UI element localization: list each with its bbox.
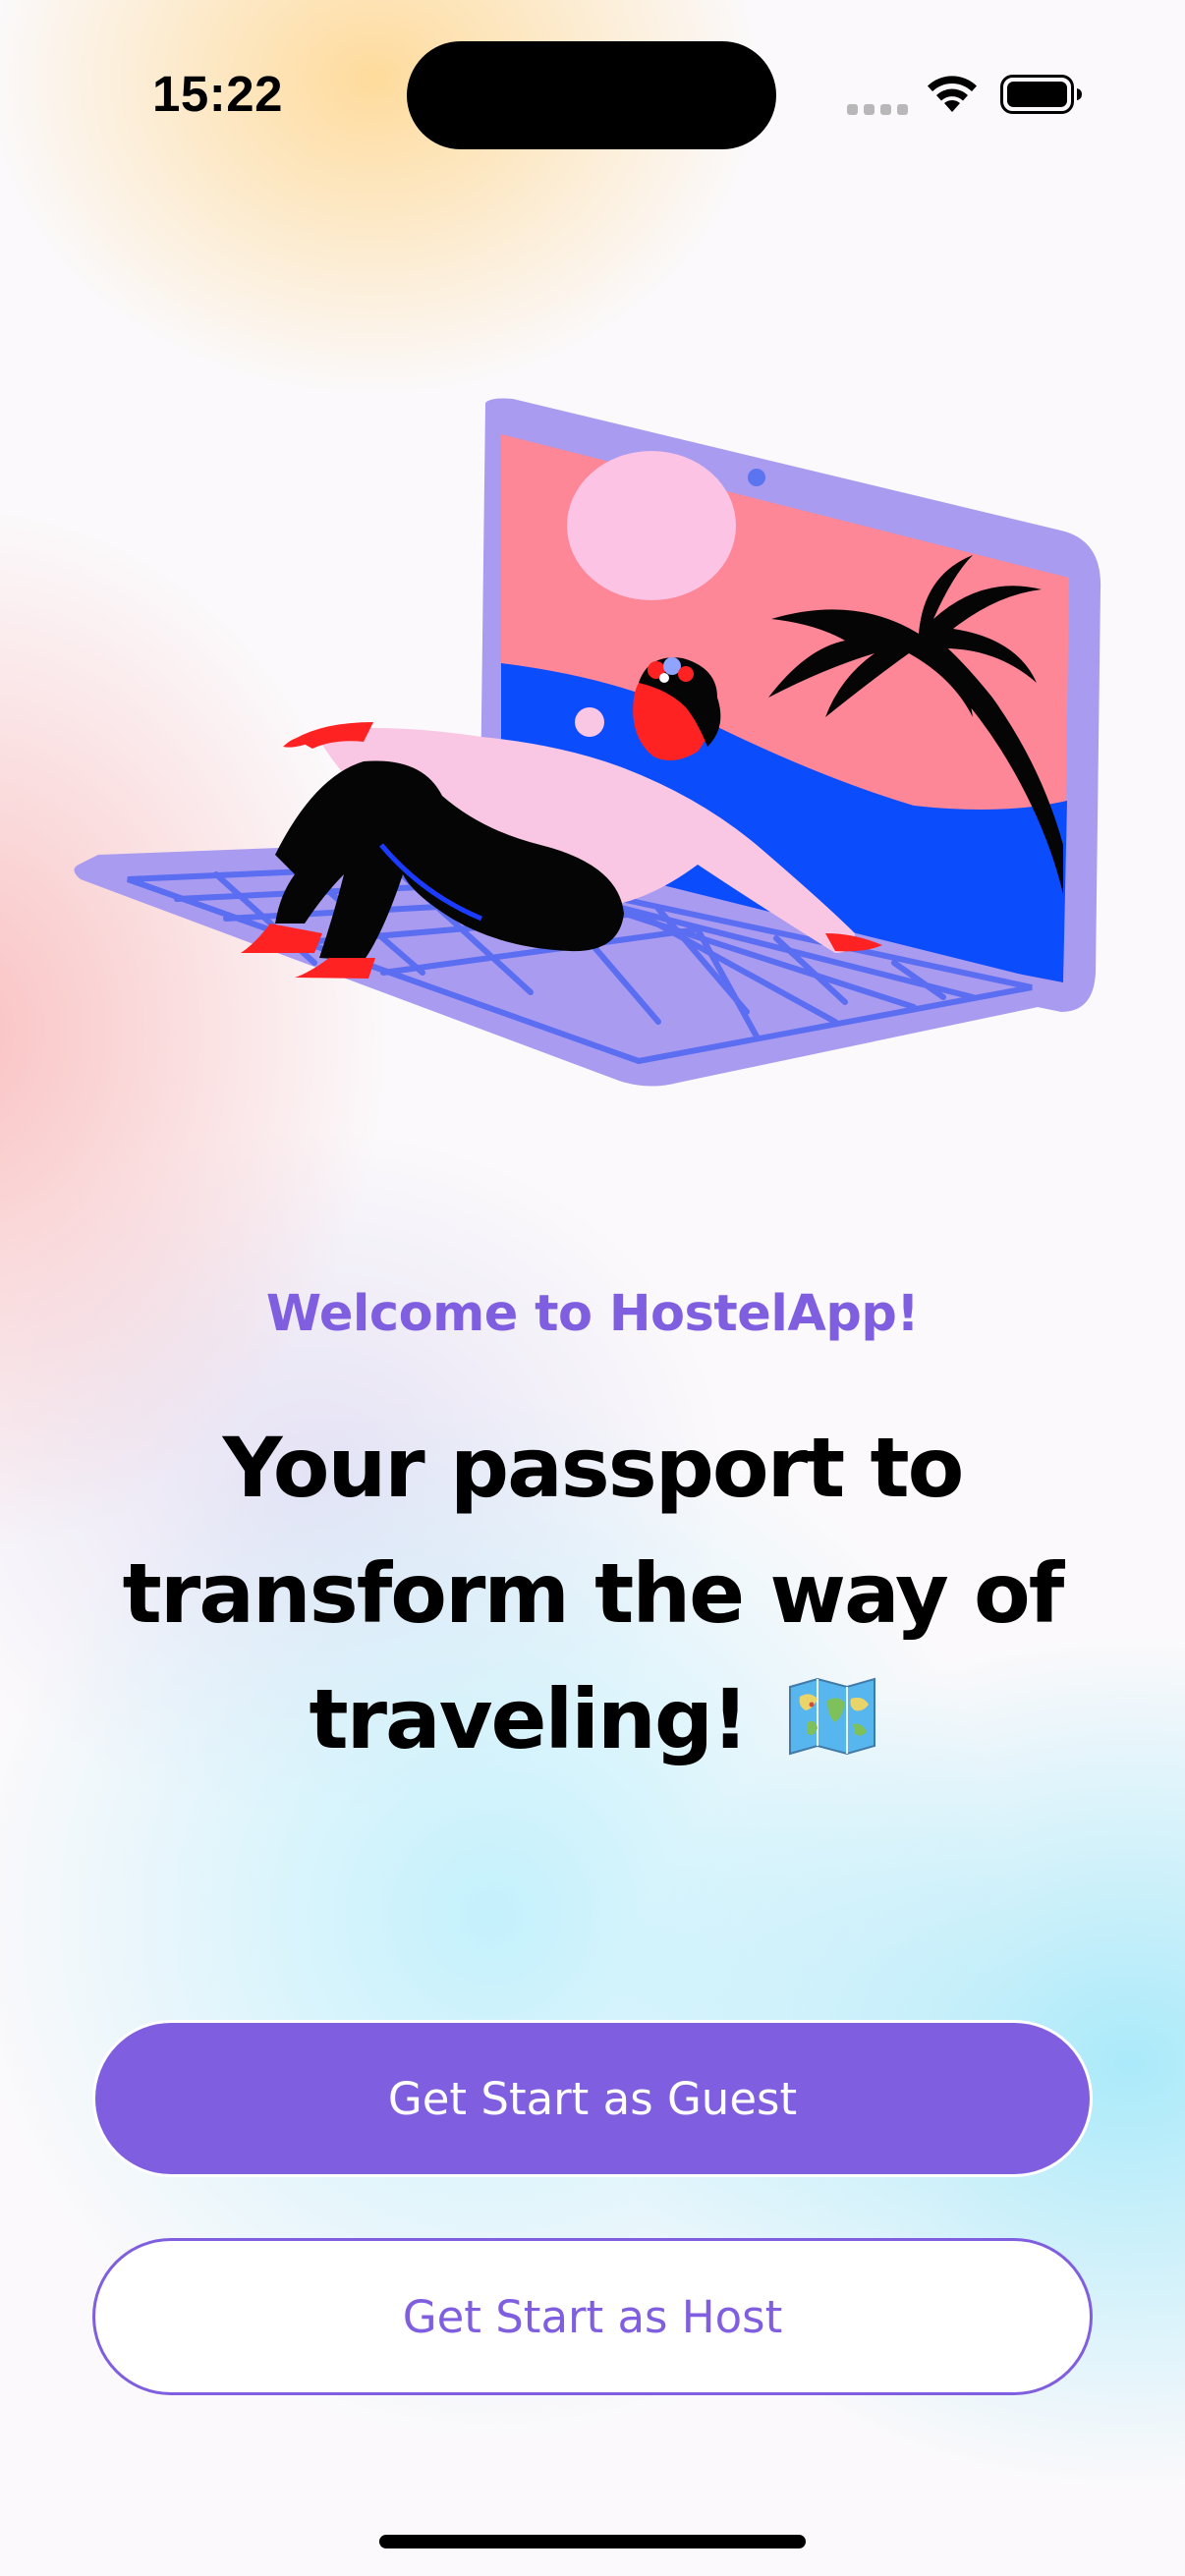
- cellular-signal-icon: [847, 104, 908, 115]
- home-indicator[interactable]: [379, 2535, 806, 2548]
- get-started-host-button[interactable]: Get Start as Host: [92, 2238, 1093, 2395]
- battery-icon: [1000, 75, 1082, 114]
- welcome-subtitle: Welcome to HostelApp!: [265, 1285, 920, 1343]
- status-time: 15:22: [152, 66, 283, 122]
- host-button-label: Get Start as Host: [402, 2290, 783, 2343]
- get-started-guest-button[interactable]: Get Start as Guest: [92, 2020, 1093, 2177]
- world-map-icon: [788, 1677, 875, 1756]
- person-relaxing-on-laptop-illustration: [74, 398, 1101, 1087]
- headline: Your passport to transform the way of tr…: [118, 1405, 1067, 1782]
- dynamic-island: [407, 41, 776, 149]
- guest-button-label: Get Start as Guest: [387, 2072, 798, 2125]
- headline-text: Your passport to transform the way of tr…: [122, 1420, 1065, 1767]
- wifi-icon: [928, 76, 977, 112]
